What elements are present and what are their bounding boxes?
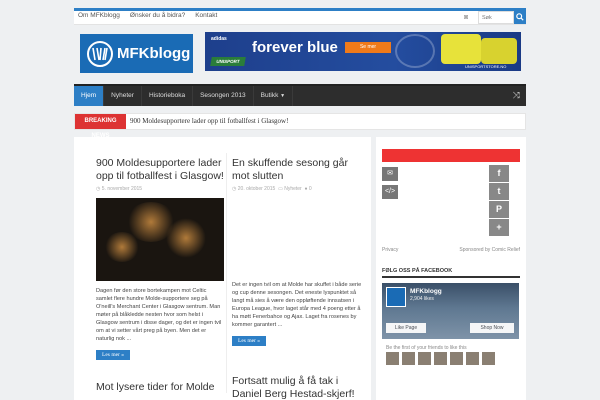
ad-banner[interactable]: adidas UNISPORT forever blue Se mer UNIS… bbox=[205, 32, 521, 71]
facebook-heading: FØLG OSS PÅ FACEBOOK bbox=[382, 268, 520, 278]
avatar[interactable] bbox=[450, 352, 463, 365]
sidebar-ad-top bbox=[382, 149, 520, 162]
banner-headline: forever blue bbox=[252, 39, 338, 56]
facebook-like-count: 2,904 likes bbox=[410, 296, 434, 302]
avatar[interactable] bbox=[482, 352, 495, 365]
avatar[interactable] bbox=[466, 352, 479, 365]
avatar[interactable] bbox=[418, 352, 431, 365]
nav-item-shop[interactable]: Butikk ▼ bbox=[254, 86, 294, 106]
breaking-news-bar: BREAKING NEWS 900 Moldesupportere lader … bbox=[74, 113, 526, 139]
search-button[interactable] bbox=[514, 10, 526, 24]
breaking-text[interactable]: 900 Moldesupportere lader opp til fotbal… bbox=[130, 117, 288, 125]
post-excerpt: Det er ingen tvil om at Molde har skuffe… bbox=[232, 282, 362, 328]
post-title[interactable]: En skuffende sesong går mot slutten bbox=[232, 157, 362, 183]
top-link-contribute[interactable]: Ønsker du å bidra? bbox=[130, 12, 185, 19]
breaking-label: BREAKING NEWS bbox=[75, 114, 126, 139]
main-content: 900 Moldesupportere lader opp til fotbal… bbox=[74, 137, 371, 400]
post-excerpt: Dagen før den store bortekampen mot Celt… bbox=[96, 288, 222, 342]
read-more-button[interactable]: Les mer » bbox=[232, 336, 266, 346]
banner-kit-image bbox=[441, 34, 481, 64]
post-card: En skuffende sesong går mot slutten ◷ 20… bbox=[232, 157, 362, 347]
nav-item-news[interactable]: Nyheter bbox=[104, 86, 142, 106]
plus-icon[interactable]: + bbox=[489, 219, 509, 236]
social-column: f t P + bbox=[489, 165, 509, 237]
facebook-friends-text: Be the first of your friends to like thi… bbox=[386, 345, 467, 351]
logo-mark-icon bbox=[87, 40, 113, 67]
post-comments[interactable]: 0 bbox=[309, 186, 312, 192]
clock-icon: ◷ bbox=[232, 186, 237, 192]
facebook-faces bbox=[386, 352, 495, 365]
main-nav: Hjem Nyheter Historieboka Sesongen 2013 … bbox=[74, 84, 526, 106]
banner-kit-image-2 bbox=[481, 38, 517, 64]
top-nav: Om MFKblogg Ønsker du å bidra? Kontakt bbox=[78, 12, 217, 19]
facebook-icon[interactable]: f bbox=[489, 165, 509, 182]
read-more-button[interactable]: Les mer » bbox=[96, 350, 130, 360]
site-logo[interactable]: MFKblogg bbox=[80, 34, 193, 73]
nav-item-season[interactable]: Sesongen 2013 bbox=[193, 86, 254, 106]
column-divider bbox=[226, 153, 227, 393]
banner-cta-button[interactable]: Se mer bbox=[345, 42, 391, 53]
post-meta: ◷ 5. november 2015 bbox=[96, 186, 224, 192]
chevron-down-icon: ▼ bbox=[280, 93, 286, 99]
top-link-about[interactable]: Om MFKblogg bbox=[78, 12, 120, 19]
facebook-like-button[interactable]: Like Page bbox=[386, 323, 426, 333]
post-card: 900 Moldesupportere lader opp til fotbal… bbox=[96, 157, 224, 361]
nav-item-home[interactable]: Hjem bbox=[74, 86, 105, 106]
avatar[interactable] bbox=[434, 352, 447, 365]
facebook-widget[interactable]: MFKblogg 2,904 likes Like Page Shop Now bbox=[382, 283, 519, 339]
avatar[interactable] bbox=[386, 352, 399, 365]
search-input[interactable] bbox=[478, 11, 514, 24]
embed-icon[interactable]: </> bbox=[382, 185, 398, 199]
shuffle-icon[interactable]: ⤨ bbox=[513, 91, 520, 100]
facebook-page-name[interactable]: MFKblogg bbox=[410, 288, 442, 295]
ad-privacy-link[interactable]: Privacy bbox=[382, 247, 398, 253]
twitter-icon[interactable]: t bbox=[489, 183, 509, 200]
post-title[interactable]: 900 Moldesupportere lader opp til fotbal… bbox=[96, 157, 224, 183]
post-title[interactable]: Mot lysere tider for Molde bbox=[96, 381, 224, 394]
logo-text: MFKblogg bbox=[117, 45, 191, 62]
banner-badge: UNISPORT bbox=[210, 57, 246, 66]
clock-icon: ◷ bbox=[96, 186, 101, 192]
top-bar: Om MFKblogg Ønsker du å bidra? Kontakt ◙ bbox=[74, 8, 526, 25]
facebook-shop-button[interactable]: Shop Now bbox=[470, 323, 514, 333]
post-card: Fortsatt mulig å få tak i Daniel Berg He… bbox=[232, 375, 364, 400]
post-thumbnail[interactable] bbox=[96, 198, 224, 281]
facebook-avatar[interactable] bbox=[386, 287, 406, 307]
search-icon bbox=[516, 13, 524, 21]
share-column: ✉ </> bbox=[382, 167, 398, 203]
post-date: 5. november 2015 bbox=[101, 186, 143, 192]
avatar[interactable] bbox=[402, 352, 415, 365]
post-date: 20. oktober 2015 bbox=[237, 186, 276, 192]
post-category[interactable]: Nyheter bbox=[284, 186, 302, 192]
ad-sponsor-text: Sponsored by Comic Relief bbox=[459, 247, 520, 253]
pinterest-icon[interactable]: P bbox=[489, 201, 509, 218]
nav-item-shop-label: Butikk bbox=[260, 92, 279, 99]
email-icon[interactable]: ✉ bbox=[382, 167, 398, 181]
folder-icon: ▭ bbox=[278, 186, 283, 192]
post-title[interactable]: Fortsatt mulig å få tak i Daniel Berg He… bbox=[232, 375, 364, 400]
banner-crest bbox=[395, 34, 435, 68]
comment-icon: ● bbox=[304, 186, 308, 192]
ad-footer: Privacy Sponsored by Comic Relief bbox=[382, 247, 520, 253]
top-link-contact[interactable]: Kontakt bbox=[195, 12, 217, 19]
banner-url: UNISPORTSTORE.NO bbox=[465, 64, 507, 69]
banner-sponsor-left: adidas bbox=[211, 36, 227, 42]
post-card: Mot lysere tider for Molde bbox=[96, 381, 224, 394]
sidebar: ✉ </> f t P + Privacy Sponsored by Comic… bbox=[376, 137, 526, 400]
post-thumbnail-placeholder bbox=[232, 192, 362, 275]
rss-icon[interactable]: ◙ bbox=[464, 14, 471, 21]
nav-item-history[interactable]: Historieboka bbox=[142, 86, 194, 106]
